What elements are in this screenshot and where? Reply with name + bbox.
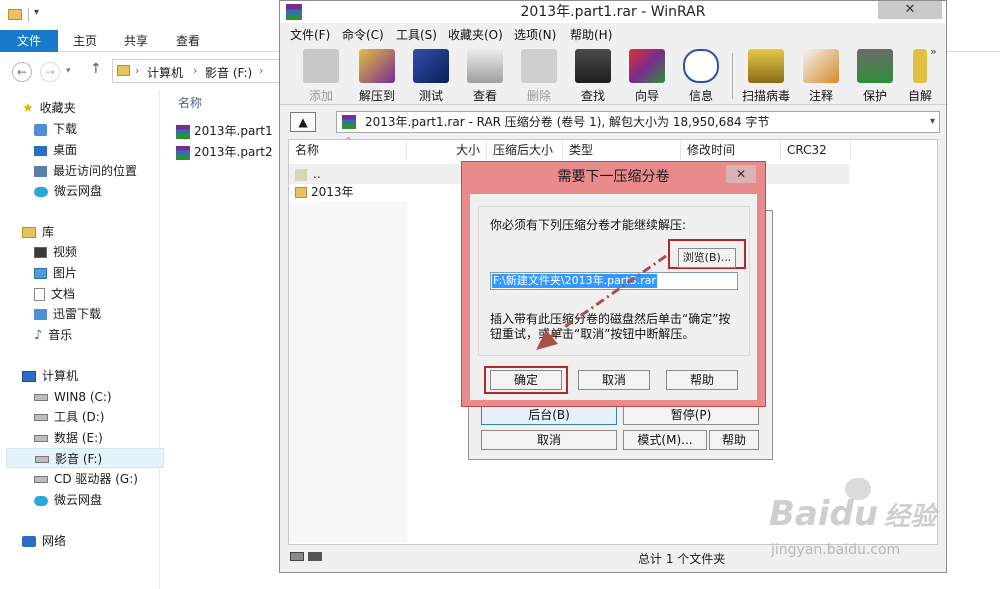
watermark-brand-text: Baidu: [769, 494, 879, 534]
watermark-url: jingyan.baidu.com: [771, 542, 901, 558]
arrow-shaft: [545, 254, 667, 342]
baidu-watermark: Baidu 经验 jingyan.baidu.com: [765, 470, 990, 580]
watermark-cn-text: 经验: [884, 502, 937, 532]
watermark-brand: Baidu 经验: [769, 494, 936, 534]
paw-icon: [845, 478, 871, 500]
